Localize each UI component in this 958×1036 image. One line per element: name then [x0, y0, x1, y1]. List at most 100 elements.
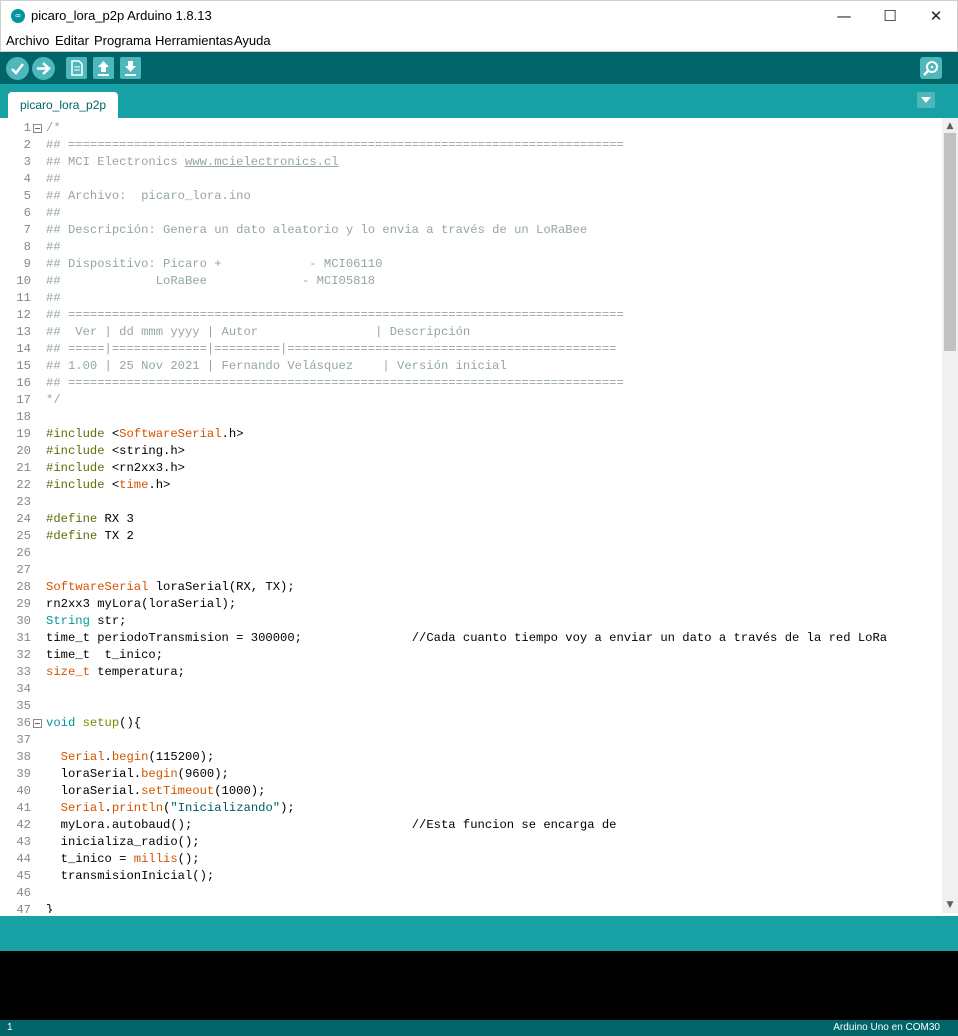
- code-line[interactable]: 23: [1, 494, 942, 511]
- fold-toggle-icon[interactable]: [33, 124, 42, 133]
- code-line[interactable]: 32 time_t t_inico;: [1, 647, 942, 664]
- code-text: myLora.autobaud(); //Esta funcion se enc…: [46, 817, 617, 834]
- code-line[interactable]: 41 Serial.println("Inicializando");: [1, 800, 942, 817]
- tab-menu-button[interactable]: [917, 92, 935, 108]
- menu-editar[interactable]: Editar: [55, 33, 89, 48]
- code-token: String: [46, 614, 90, 628]
- code-line[interactable]: 31 time_t periodoTransmision = 300000; //…: [1, 630, 942, 647]
- code-line[interactable]: 33 size_t temperatura;: [1, 664, 942, 681]
- code-token: */: [46, 393, 61, 407]
- verify-button[interactable]: [6, 57, 29, 80]
- code-line[interactable]: 9 ## Dispositivo: Picaro + - MCI06110: [1, 256, 942, 273]
- code-line[interactable]: 45 transmisionInicial();: [1, 868, 942, 885]
- code-line[interactable]: 20 #include <string.h>: [1, 443, 942, 460]
- code-line[interactable]: 39 loraSerial.begin(9600);: [1, 766, 942, 783]
- code-line[interactable]: 8 ##: [1, 239, 942, 256]
- line-number: 19: [16, 427, 31, 441]
- message-area: [0, 914, 958, 951]
- line-number: 47: [16, 903, 31, 913]
- line-number: 36: [16, 716, 31, 730]
- line-number: 13: [16, 325, 31, 339]
- code-line[interactable]: 14 ## =====|=============|=========|=====…: [1, 341, 942, 358]
- code-line[interactable]: 43 inicializa_radio();: [1, 834, 942, 851]
- code-text: t_inico = millis();: [46, 851, 200, 868]
- code-text: inicializa_radio();: [46, 834, 200, 851]
- code-line[interactable]: 24 #define RX 3: [1, 511, 942, 528]
- code-line[interactable]: 46: [1, 885, 942, 902]
- code-text: #define RX 3: [46, 511, 134, 528]
- code-line[interactable]: 37: [1, 732, 942, 749]
- code-line[interactable]: 25 #define TX 2: [1, 528, 942, 545]
- new-sketch-button[interactable]: [66, 57, 87, 79]
- code-line[interactable]: 16 ## ===================================…: [1, 375, 942, 392]
- code-token: ##: [46, 291, 61, 305]
- maximize-button[interactable]: ☐: [867, 1, 913, 31]
- menu-programa[interactable]: Programa: [94, 33, 151, 48]
- menu-archivo[interactable]: Archivo: [6, 33, 49, 48]
- code-line[interactable]: 40 loraSerial.setTimeout(1000);: [1, 783, 942, 800]
- menu-herramientas[interactable]: Herramientas: [155, 33, 233, 48]
- code-line[interactable]: 42 myLora.autobaud(); //Esta funcion se …: [1, 817, 942, 834]
- code-line[interactable]: 3 ## MCI Electronics www.mcielectronics.c…: [1, 154, 942, 171]
- code-token: loraSerial.: [46, 784, 142, 798]
- code-line[interactable]: 18: [1, 409, 942, 426]
- code-line[interactable]: 29 rn2xx3 myLora(loraSerial);: [1, 596, 942, 613]
- line-number: 24: [16, 512, 31, 526]
- code-line[interactable]: 12 ## ===================================…: [1, 307, 942, 324]
- fold-toggle-icon[interactable]: [33, 719, 42, 728]
- tab-picaro-lora-p2p[interactable]: picaro_lora_p2p: [8, 92, 119, 118]
- code-line[interactable]: 47}: [1, 902, 942, 913]
- serial-monitor-icon: [923, 61, 938, 76]
- code-text: ##: [46, 171, 61, 188]
- code-line[interactable]: 17 */: [1, 392, 942, 409]
- code-line[interactable]: 27: [1, 562, 942, 579]
- code-line[interactable]: 34: [1, 681, 942, 698]
- code-line[interactable]: 2 ## ====================================…: [1, 137, 942, 154]
- code-line[interactable]: 36 void setup(){: [1, 715, 942, 732]
- code-line[interactable]: 21 #include <rn2xx3.h>: [1, 460, 942, 477]
- code-line[interactable]: 15 ## 1.00 | 25 Nov 2021 | Fernando Velás…: [1, 358, 942, 375]
- code-line[interactable]: 35: [1, 698, 942, 715]
- code-editor[interactable]: 1 /* 2 ## =================================…: [1, 118, 942, 913]
- line-number: 37: [16, 733, 31, 747]
- scrollbar-thumb[interactable]: [944, 133, 956, 351]
- code-line[interactable]: 19 #include <SoftwareSerial.h>: [1, 426, 942, 443]
- line-number: 3: [23, 155, 31, 169]
- code-line[interactable]: 11 ##: [1, 290, 942, 307]
- code-line[interactable]: 5 ## Archivo: picaro_lora.ino: [1, 188, 942, 205]
- scroll-down-arrow-icon[interactable]: ▼: [942, 897, 958, 913]
- menu-ayuda[interactable]: Ayuda: [234, 33, 271, 48]
- save-button[interactable]: [120, 57, 141, 79]
- code-token: #include: [46, 461, 105, 475]
- console-output[interactable]: [0, 951, 958, 1020]
- code-token: millis: [133, 852, 178, 866]
- code-line[interactable]: 44 t_inico = millis();: [1, 851, 942, 868]
- code-line[interactable]: 30 String str;: [1, 613, 942, 630]
- code-token: ## LoRaBee - MCI05818: [46, 274, 376, 288]
- code-line[interactable]: 28 SoftwareSerial loraSerial(RX, TX);: [1, 579, 942, 596]
- code-token: transmisionInicial();: [46, 869, 215, 883]
- code-line[interactable]: 22 #include <time.h>: [1, 477, 942, 494]
- line-number: 1: [23, 121, 31, 135]
- code-line[interactable]: 6 ##: [1, 205, 942, 222]
- open-button[interactable]: [93, 57, 114, 79]
- code-line[interactable]: 26: [1, 545, 942, 562]
- code-token: Serial: [60, 750, 105, 764]
- code-token: ## Descripción: Genera un dato aleatorio…: [46, 223, 588, 237]
- code-token: (9600);: [177, 767, 229, 781]
- code-line[interactable]: 4 ##: [1, 171, 942, 188]
- serial-monitor-button[interactable]: [920, 57, 942, 79]
- upload-button[interactable]: [32, 57, 55, 80]
- code-token: .: [104, 750, 112, 764]
- close-button[interactable]: ✕: [913, 1, 958, 31]
- code-line[interactable]: 38 Serial.begin(115200);: [1, 749, 942, 766]
- editor-vertical-scrollbar[interactable]: ▲ ▼: [942, 118, 958, 913]
- code-line[interactable]: 10 ## LoRaBee - MCI05818: [1, 273, 942, 290]
- code-text: loraSerial.begin(9600);: [46, 766, 229, 783]
- minimize-button[interactable]: —: [821, 1, 867, 31]
- code-line[interactable]: 7 ## Descripción: Genera un dato aleatori…: [1, 222, 942, 239]
- line-number: 25: [16, 529, 31, 543]
- code-line[interactable]: 1 /*: [1, 120, 942, 137]
- code-line[interactable]: 13 ## Ver | dd mmm yyyy | Autor | Descrip…: [1, 324, 942, 341]
- scroll-up-arrow-icon[interactable]: ▲: [942, 118, 958, 134]
